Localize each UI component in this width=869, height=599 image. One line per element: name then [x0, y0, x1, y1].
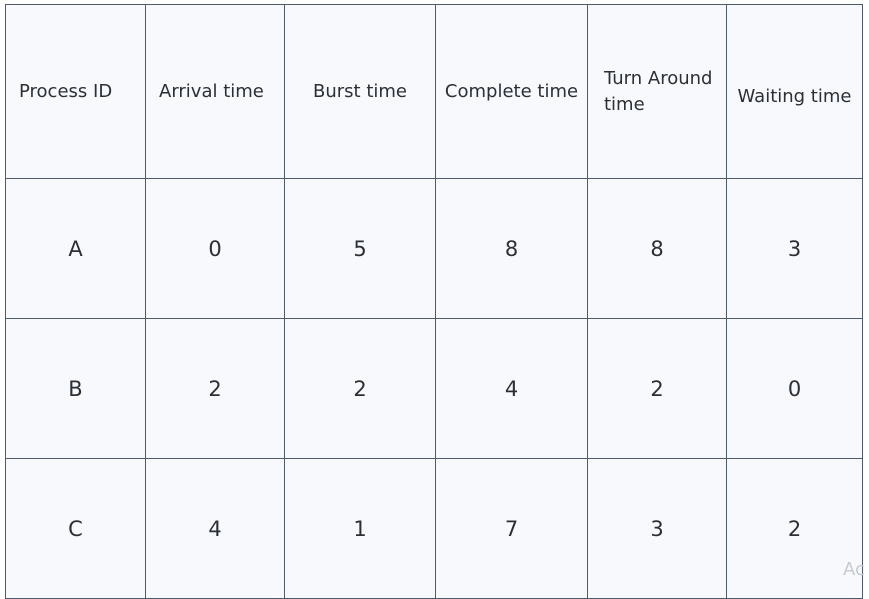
cell-process-id: B: [5, 318, 146, 459]
header-burst-time: Burst time: [284, 4, 436, 179]
activation-watermark: Ac: [843, 559, 865, 580]
cell-complete-time: 7: [435, 458, 588, 599]
cell-turn-around-time: 3: [587, 458, 727, 599]
cell-process-id: C: [5, 458, 146, 599]
cell-complete-time: 8: [435, 178, 588, 319]
cell-burst-time: 1: [284, 458, 436, 599]
table-row-c: C 4 1 7 3 2: [5, 458, 863, 599]
cell-complete-time: 4: [435, 318, 588, 459]
cell-waiting-time: 0: [726, 318, 863, 459]
cell-turn-around-time: 2: [587, 318, 727, 459]
header-process-id: Process ID: [5, 4, 146, 179]
cell-turn-around-time: 8: [587, 178, 727, 319]
cell-arrival-time: 0: [145, 178, 285, 319]
cell-waiting-time: 3: [726, 178, 863, 319]
table-header-row: Process ID Arrival time Burst time Compl…: [5, 4, 863, 179]
table-row-a: A 0 5 8 8 3: [5, 178, 863, 319]
header-complete-time: Complete time: [435, 4, 588, 179]
table-row-b: B 2 2 4 2 0: [5, 318, 863, 459]
cell-arrival-time: 2: [145, 318, 285, 459]
cell-process-id: A: [5, 178, 146, 319]
cell-arrival-time: 4: [145, 458, 285, 599]
cell-burst-time: 2: [284, 318, 436, 459]
header-waiting-time: Waiting time: [726, 4, 863, 179]
header-turn-around-time: Turn Around time: [587, 4, 727, 179]
header-arrival-time: Arrival time: [145, 4, 285, 179]
process-scheduling-table: Process ID Arrival time Burst time Compl…: [5, 4, 863, 599]
cell-burst-time: 5: [284, 178, 436, 319]
